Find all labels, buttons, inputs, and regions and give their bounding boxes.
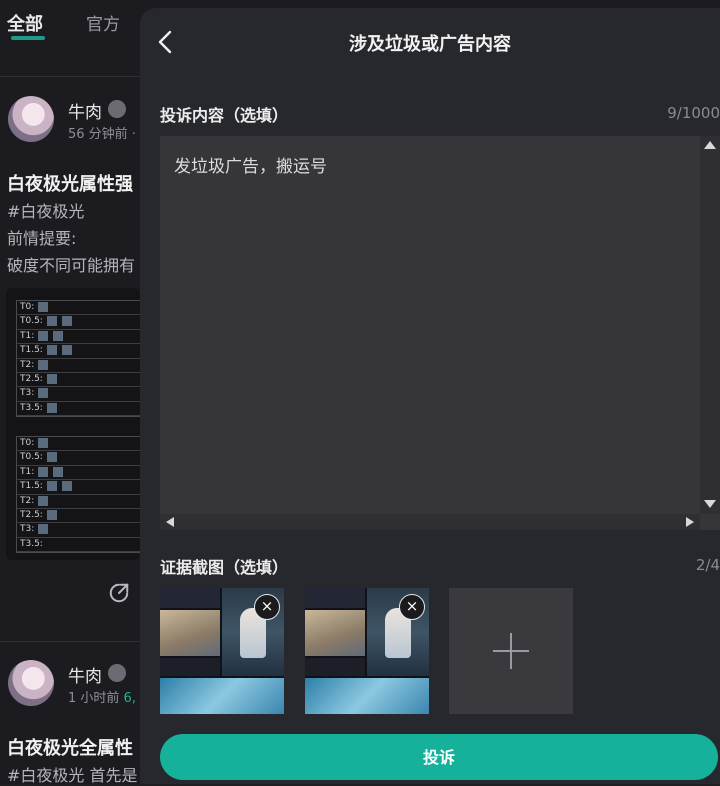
- tier-label: T1.5:: [20, 481, 43, 492]
- tier-label: T2:: [20, 359, 35, 370]
- post-line: #白夜极光 首先是: [7, 766, 138, 785]
- complaint-content-input[interactable]: 发垃圾广告，搬运号: [160, 136, 700, 514]
- scroll-right-icon[interactable]: [686, 517, 694, 527]
- evidence-thumbnail[interactable]: ×: [305, 588, 429, 714]
- post-divider: [0, 641, 150, 642]
- tier-label: T3.5:: [20, 538, 43, 549]
- post-username[interactable]: 牛肉: [68, 98, 102, 123]
- avatar[interactable]: [8, 96, 54, 142]
- level-badge-icon: [108, 664, 126, 682]
- tier-label: T1:: [20, 466, 35, 477]
- avatar[interactable]: [8, 660, 54, 706]
- content-textarea-wrap: 发垃圾广告，搬运号: [160, 136, 720, 530]
- vertical-scrollbar[interactable]: [700, 136, 720, 514]
- tier-label: T1.5:: [20, 345, 43, 356]
- post-meta: 1 小时前 6,: [68, 687, 136, 706]
- add-screenshot-button[interactable]: [449, 588, 573, 714]
- post-title[interactable]: 白夜极光全属性: [7, 734, 133, 760]
- remove-screenshot-icon[interactable]: ×: [254, 594, 280, 620]
- tab-official[interactable]: 官方: [86, 10, 120, 35]
- tier-label: T3.5:: [20, 402, 43, 413]
- post-line: 前情提要:: [7, 229, 77, 248]
- scroll-up-icon[interactable]: [704, 141, 716, 149]
- content-counter: 9/1000: [667, 104, 720, 122]
- evidence-thumbnail[interactable]: ×: [160, 588, 284, 714]
- post-time: 1 小时前: [68, 691, 124, 706]
- tier-table-bottom: T0: T0.5: T1: T1.5: T2: T2.5: T3: T3.5:: [16, 436, 140, 554]
- scroll-left-icon[interactable]: [166, 517, 174, 527]
- tier-label: T1:: [20, 330, 35, 341]
- tier-label: T0.5:: [20, 452, 43, 463]
- post-line: #白夜极光: [7, 202, 85, 221]
- post-title[interactable]: 白夜极光属性强: [7, 170, 133, 196]
- post-count: 6,: [123, 691, 136, 706]
- submit-report-button[interactable]: 投诉: [160, 734, 718, 780]
- tier-label: T2.5:: [20, 509, 43, 520]
- evidence-label: 证据截图（选填）: [160, 558, 289, 577]
- tier-label: T3:: [20, 388, 35, 399]
- post-username[interactable]: 牛肉: [68, 662, 102, 687]
- level-badge-icon: [108, 100, 126, 118]
- post-meta: 56 分钟前 ·: [68, 127, 136, 142]
- tier-label: T2:: [20, 495, 35, 506]
- tier-label: T0.5:: [20, 316, 43, 327]
- evidence-counter: 2/4: [695, 556, 720, 574]
- evidence-screenshots: × ×: [160, 588, 720, 714]
- report-dialog: 涉及垃圾或广告内容 投诉内容（选填） 9/1000 发垃圾广告，搬运号 证据截图…: [140, 8, 720, 784]
- dialog-title: 涉及垃圾或广告内容: [349, 34, 511, 55]
- tier-label: T0:: [20, 438, 35, 448]
- horizontal-scrollbar[interactable]: [160, 514, 700, 530]
- tier-label: T0:: [20, 302, 35, 312]
- content-label: 投诉内容（选填）: [160, 106, 289, 125]
- tab-all[interactable]: 全部: [7, 10, 45, 40]
- tier-table-top: T0: T0.5: T1: T1.5: T2: T2.5: T3: T3.5:: [16, 300, 140, 418]
- tier-label: T2.5:: [20, 373, 43, 384]
- scroll-down-icon[interactable]: [704, 500, 716, 508]
- post-line: 破度不同可能拥有: [7, 256, 136, 275]
- share-icon[interactable]: [108, 582, 130, 604]
- remove-screenshot-icon[interactable]: ×: [399, 594, 425, 620]
- tier-label: T3:: [20, 524, 35, 535]
- post-image[interactable]: T0: T0.5: T1: T1.5: T2: T2.5: T3: T3.5: …: [6, 288, 140, 560]
